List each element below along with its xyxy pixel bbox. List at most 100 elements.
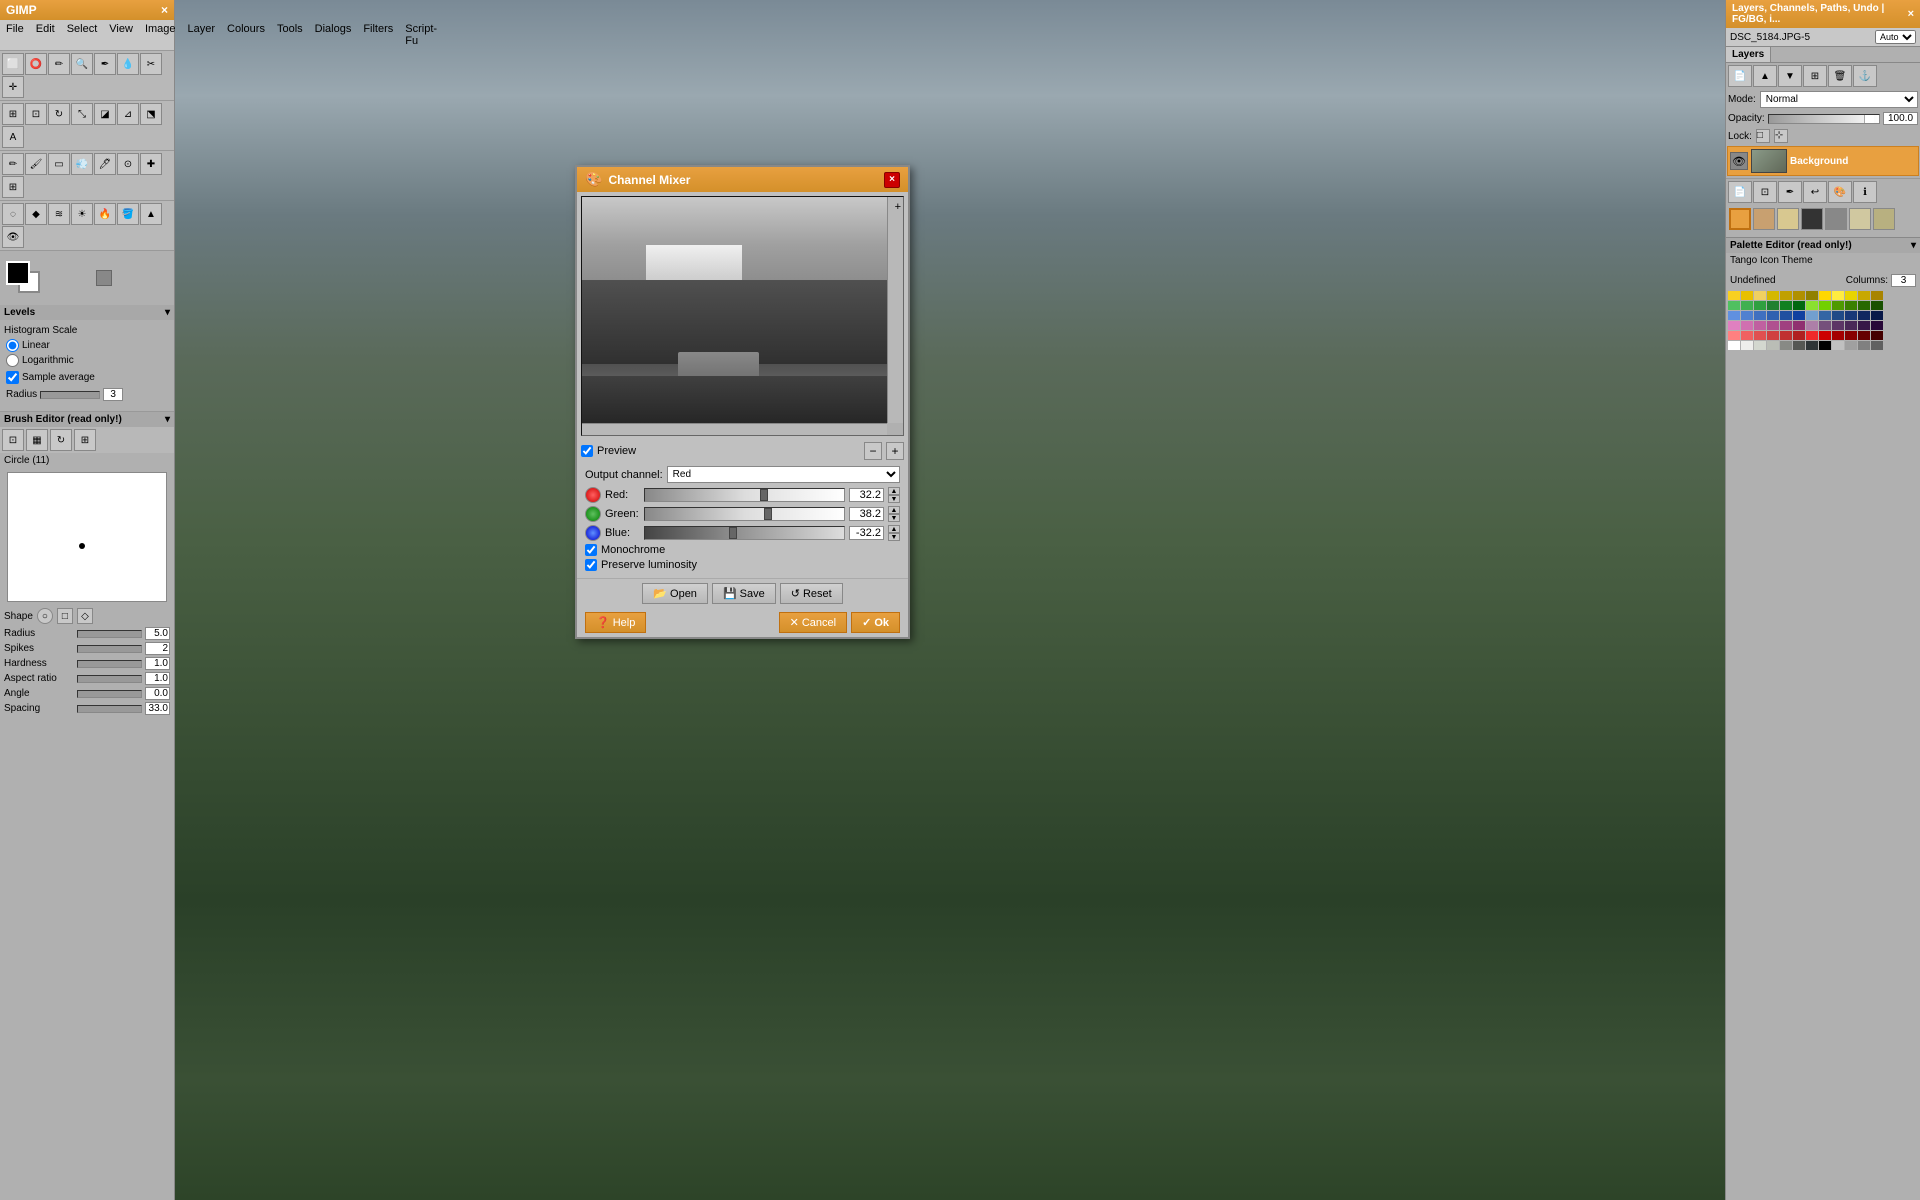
menu-scriptfu[interactable]: Script-Fu bbox=[403, 22, 439, 48]
tool-blur[interactable]: ◌ bbox=[2, 203, 24, 225]
color-red-4[interactable] bbox=[1767, 331, 1779, 340]
undo-icon[interactable]: ↩ bbox=[1803, 181, 1827, 203]
color-yellow-9[interactable] bbox=[1832, 291, 1844, 300]
color-yellow-12[interactable] bbox=[1871, 291, 1883, 300]
color-blue-11[interactable] bbox=[1858, 311, 1870, 320]
red-channel-value[interactable]: 32.2 bbox=[849, 488, 884, 502]
fg-swatch[interactable] bbox=[1729, 208, 1751, 230]
color-purple-4[interactable] bbox=[1767, 321, 1779, 330]
layer-visibility-icon[interactable]: 👁 bbox=[1730, 152, 1748, 170]
brush-spikes-slider[interactable] bbox=[77, 645, 142, 653]
preview-scrollbar-horizontal[interactable] bbox=[582, 423, 887, 435]
preview-checkbox[interactable] bbox=[581, 445, 593, 457]
app-close-btn[interactable]: × bbox=[161, 3, 168, 17]
color-blue-6[interactable] bbox=[1793, 311, 1805, 320]
color-gray-1[interactable] bbox=[1741, 341, 1753, 350]
menu-tools[interactable]: Tools bbox=[275, 22, 305, 48]
foreground-color[interactable] bbox=[6, 261, 30, 285]
color-purple-8[interactable] bbox=[1819, 321, 1831, 330]
color-gray-3[interactable] bbox=[1767, 341, 1779, 350]
brush-spacing-value[interactable]: 33.0 bbox=[145, 702, 170, 715]
color-blue-1[interactable] bbox=[1728, 311, 1740, 320]
cancel-btn[interactable]: ✕ Cancel bbox=[779, 612, 847, 633]
brush-hardness-slider[interactable] bbox=[77, 660, 142, 668]
tool-perspective-clone[interactable]: ⊞ bbox=[2, 176, 24, 198]
tool-path[interactable]: ✒ bbox=[94, 53, 116, 75]
color-red-12[interactable] bbox=[1871, 331, 1883, 340]
color-green-1[interactable] bbox=[1728, 301, 1740, 310]
levels-collapse-icon[interactable]: ▾ bbox=[165, 307, 170, 318]
swatch-3[interactable] bbox=[1777, 208, 1799, 230]
tool-perspective[interactable]: ⊿ bbox=[117, 103, 139, 125]
color-red-5[interactable] bbox=[1780, 331, 1792, 340]
color-red-10[interactable] bbox=[1845, 331, 1857, 340]
ok-btn[interactable]: ✓ Ok bbox=[851, 612, 900, 633]
swatch-5[interactable] bbox=[1825, 208, 1847, 230]
tool-airbrush[interactable]: 💨 bbox=[71, 153, 93, 175]
columns-input[interactable]: 3 bbox=[1891, 274, 1916, 287]
layer-lower-icon[interactable]: ▼ bbox=[1778, 65, 1802, 87]
brush-angle-slider[interactable] bbox=[77, 690, 142, 698]
tool-lasso[interactable]: ✏ bbox=[48, 53, 70, 75]
reset-btn[interactable]: ↺ Reset bbox=[780, 583, 843, 604]
color-green-11[interactable] bbox=[1858, 301, 1870, 310]
green-spin-down[interactable]: ▼ bbox=[888, 514, 900, 522]
red-spin-up[interactable]: ▲ bbox=[888, 487, 900, 495]
brush-radius-value[interactable]: 5.0 bbox=[145, 627, 170, 640]
color-yellow-1[interactable] bbox=[1728, 291, 1740, 300]
color-green-7[interactable] bbox=[1806, 301, 1818, 310]
blue-spin-up[interactable]: ▲ bbox=[888, 525, 900, 533]
brush-hardness-value[interactable]: 1.0 bbox=[145, 657, 170, 670]
color-purple-12[interactable] bbox=[1871, 321, 1883, 330]
color-yellow-8[interactable] bbox=[1819, 291, 1831, 300]
color-silver-3[interactable] bbox=[1858, 341, 1870, 350]
blue-slider-thumb[interactable] bbox=[729, 527, 737, 539]
blue-channel-value[interactable]: -32.2 bbox=[849, 526, 884, 540]
color-purple-2[interactable] bbox=[1741, 321, 1753, 330]
color-green-9[interactable] bbox=[1832, 301, 1844, 310]
channels-icon[interactable]: ⊡ bbox=[1753, 181, 1777, 203]
color-purple-3[interactable] bbox=[1754, 321, 1766, 330]
color-purple-9[interactable] bbox=[1832, 321, 1844, 330]
color-gray-6[interactable] bbox=[1806, 341, 1818, 350]
tool-pencil[interactable]: ✏ bbox=[2, 153, 24, 175]
logarithmic-option[interactable]: Logarithmic bbox=[6, 354, 168, 367]
color-green-6[interactable] bbox=[1793, 301, 1805, 310]
swatch-4[interactable] bbox=[1801, 208, 1823, 230]
color-blue-8[interactable] bbox=[1819, 311, 1831, 320]
brush-tool-3[interactable]: ↻ bbox=[50, 429, 72, 451]
red-channel-slider[interactable] bbox=[644, 488, 845, 502]
green-channel-slider[interactable] bbox=[644, 507, 845, 521]
color-blue-9[interactable] bbox=[1832, 311, 1844, 320]
zoom-plus-icon[interactable]: + bbox=[895, 201, 901, 213]
red-slider-thumb[interactable] bbox=[760, 489, 768, 501]
color-blue-3[interactable] bbox=[1754, 311, 1766, 320]
tool-move[interactable]: ✛ bbox=[2, 76, 24, 98]
output-channel-select[interactable]: Red Green Blue bbox=[667, 466, 900, 483]
menu-image[interactable]: Image bbox=[143, 22, 178, 48]
menu-select[interactable]: Select bbox=[65, 22, 100, 48]
preview-scrollbar-vertical[interactable]: + bbox=[887, 197, 903, 423]
color-purple-7[interactable] bbox=[1806, 321, 1818, 330]
tool-fuzzy-select[interactable]: 🔍 bbox=[71, 53, 93, 75]
color-gray-2[interactable] bbox=[1754, 341, 1766, 350]
color-blue-2[interactable] bbox=[1741, 311, 1753, 320]
green-spin-up[interactable]: ▲ bbox=[888, 506, 900, 514]
palette-collapse-icon[interactable]: ▾ bbox=[1911, 240, 1916, 251]
color-blue-12[interactable] bbox=[1871, 311, 1883, 320]
zoom-out-btn[interactable]: − bbox=[864, 442, 882, 460]
tool-eraser[interactable]: ▭ bbox=[48, 153, 70, 175]
shape-circle[interactable]: ○ bbox=[37, 608, 53, 624]
color-yellow-6[interactable] bbox=[1793, 291, 1805, 300]
menu-edit[interactable]: Edit bbox=[34, 22, 57, 48]
lock-pixels-btn[interactable]: □ bbox=[1756, 129, 1770, 143]
tool-color-select[interactable]: 💧 bbox=[117, 53, 139, 75]
tool-smudge[interactable]: ≋ bbox=[48, 203, 70, 225]
linear-option[interactable]: Linear bbox=[6, 339, 168, 352]
color-purple-5[interactable] bbox=[1780, 321, 1792, 330]
color-blue-4[interactable] bbox=[1767, 311, 1779, 320]
brush-spikes-value[interactable]: 2 bbox=[145, 642, 170, 655]
green-slider-thumb[interactable] bbox=[764, 508, 772, 520]
layer-raise-icon[interactable]: ▲ bbox=[1753, 65, 1777, 87]
color-blue-10[interactable] bbox=[1845, 311, 1857, 320]
